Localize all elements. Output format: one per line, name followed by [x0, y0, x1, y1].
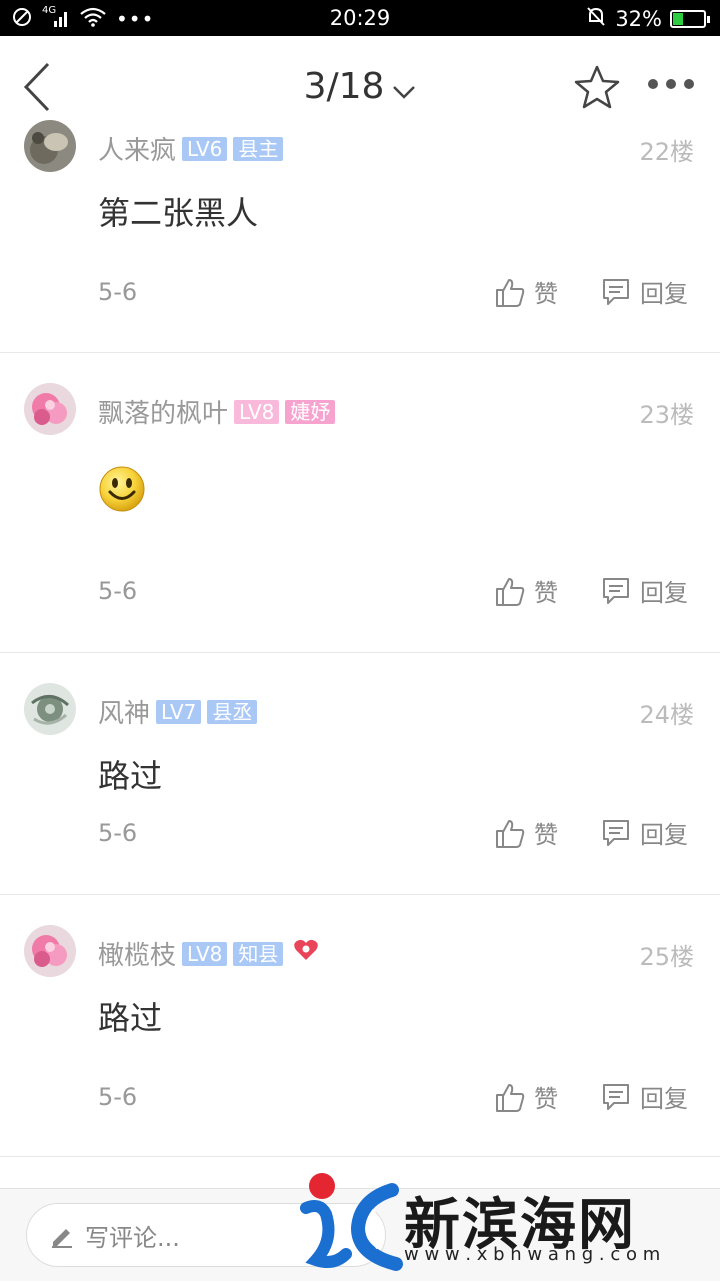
level-badge: LV6: [182, 136, 228, 161]
status-bar: 4G ••• 20:29 32%: [0, 0, 720, 36]
user-name[interactable]: 飘落的枫叶: [98, 393, 228, 430]
like-label: 赞: [534, 280, 558, 308]
user-name-row: 人来疯 LV6 县主: [98, 130, 284, 167]
user-name-row: 飘落的枫叶 LV8 婕妤: [98, 393, 336, 430]
site-watermark: 新滨海网 w w w . x b h w a n g . c o m: [300, 1170, 720, 1280]
reply-label: 回复: [640, 1085, 688, 1113]
like-button[interactable]: 赞: [494, 274, 558, 309]
smiley-face-emoticon-icon: [98, 465, 146, 517]
floor-number: 22楼: [639, 138, 694, 166]
title-badge: 县丞: [207, 699, 258, 724]
reply-date: 5-6: [98, 819, 138, 847]
comment-bubble-icon: [603, 278, 629, 305]
user-name-row: 风神 LV7 县丞: [98, 693, 258, 730]
floor-item: 人来疯 LV6 县主 22楼 第二张黑人 5-6 赞 回复: [0, 120, 720, 353]
battery-fill: [673, 12, 684, 25]
floor-number: 25楼: [639, 943, 694, 971]
reply-date: 5-6: [98, 278, 138, 306]
level-badge: LV7: [156, 699, 202, 724]
floor-number: 23楼: [639, 401, 694, 429]
title-badge: 县主: [233, 136, 284, 161]
user-name-row: 橄榄枝 LV8 知县: [98, 935, 319, 972]
reply-content: 路过: [98, 999, 163, 1037]
reply-date: 5-6: [98, 577, 138, 605]
avatar[interactable]: [24, 120, 76, 172]
reply-button[interactable]: 回复: [600, 274, 688, 309]
reply-list: 人来疯 LV6 县主 22楼 第二张黑人 5-6 赞 回复 飘落的枫叶 LV8 …: [0, 120, 720, 1188]
thumbs-up-icon: [496, 1083, 525, 1112]
silent-bell-icon: [585, 5, 607, 32]
reply-label: 回复: [640, 579, 688, 607]
comment-placeholder: 写评论...: [85, 1223, 180, 1252]
star-icon: [574, 65, 620, 109]
user-name[interactable]: 橄榄枝: [98, 935, 176, 972]
floor-number: 24楼: [639, 701, 694, 729]
like-button[interactable]: 赞: [494, 573, 558, 608]
reply-date: 5-6: [98, 1083, 138, 1111]
more-dots-icon: [648, 79, 694, 89]
title-badge: 知县: [233, 941, 284, 966]
comment-bubble-icon: [603, 577, 629, 604]
level-badge: LV8: [234, 399, 280, 424]
comment-bubble-icon: [603, 1083, 629, 1110]
favorite-button[interactable]: [574, 64, 620, 114]
like-label: 赞: [534, 821, 558, 849]
chevron-down-icon: [392, 68, 416, 109]
like-label: 赞: [534, 579, 558, 607]
avatar[interactable]: [24, 925, 76, 977]
reply-button[interactable]: 回复: [600, 573, 688, 608]
comment-bubble-icon: [603, 819, 629, 846]
more-options-button[interactable]: [646, 76, 696, 95]
avatar[interactable]: [24, 383, 76, 435]
reply-button[interactable]: 回复: [600, 815, 688, 850]
heart-icon: [293, 938, 319, 969]
like-label: 赞: [534, 1085, 558, 1113]
user-name[interactable]: 人来疯: [98, 130, 176, 167]
reply-label: 回复: [640, 821, 688, 849]
reply-label: 回复: [640, 280, 688, 308]
reply-content: 路过: [98, 757, 163, 795]
battery-icon: [670, 9, 710, 28]
level-badge: LV8: [182, 941, 228, 966]
floor-item: 飘落的枫叶 LV8 婕妤 23楼 5-6 赞 回复: [0, 353, 720, 653]
thumbs-up-icon: [496, 577, 525, 606]
pencil-icon: [52, 1229, 72, 1248]
floor-item: 橄榄枝 LV8 知县 25楼 路过 5-6 赞 回复: [0, 895, 720, 1157]
reply-button[interactable]: 回复: [600, 1079, 688, 1114]
reply-content: 第二张黑人: [98, 194, 259, 232]
thumbs-up-icon: [496, 819, 525, 848]
floor-item: 风神 LV7 县丞 24楼 路过 5-6 赞 回复: [0, 653, 720, 895]
avatar[interactable]: [24, 683, 76, 735]
page-indicator-label: 3/18: [303, 66, 385, 107]
watermark-url: w w w . x b h w a n g . c o m: [404, 1244, 661, 1265]
battery-percent: 32%: [615, 6, 662, 31]
like-button[interactable]: 赞: [494, 815, 558, 850]
user-name[interactable]: 风神: [98, 693, 150, 730]
title-badge: 婕妤: [285, 399, 336, 424]
like-button[interactable]: 赞: [494, 1079, 558, 1114]
thumbs-up-icon: [496, 278, 525, 307]
